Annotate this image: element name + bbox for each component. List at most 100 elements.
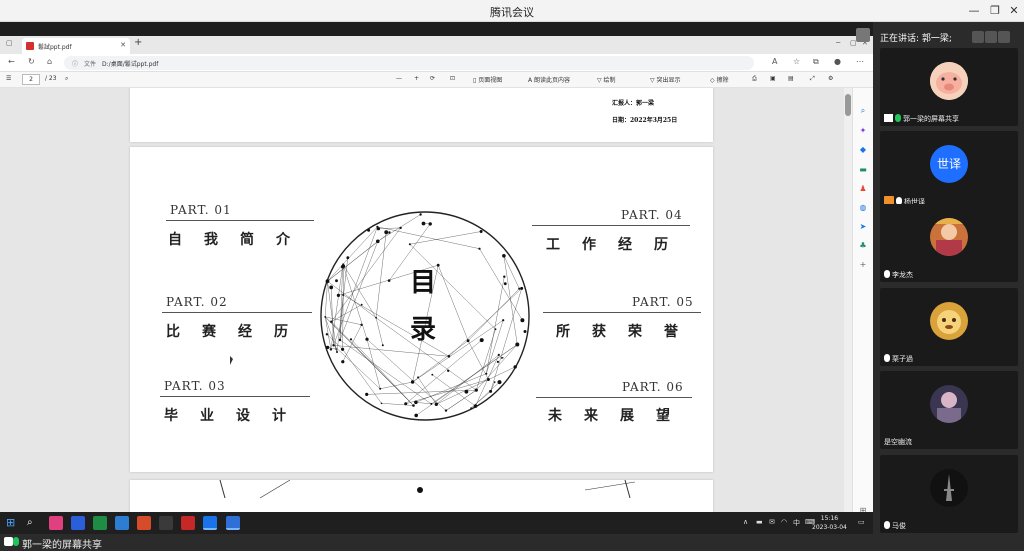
page3-graphic — [130, 480, 713, 500]
participant-tile-3[interactable]: 李龙杰 — [880, 204, 1018, 282]
tag-icon[interactable]: ◆ — [858, 145, 868, 155]
address-bar: ← ↻ ⌂ ⓘ文件D:/桌面/鬈试ppt.pdf A ☆ ⧉ ● ⋯ — [0, 54, 873, 72]
scrollbar-thumb[interactable] — [845, 94, 851, 116]
wifi-icon[interactable]: ◠ — [781, 518, 787, 526]
app-icon-1[interactable] — [49, 516, 63, 530]
home-icon[interactable]: ⌂ — [47, 57, 52, 66]
draw-button[interactable]: ▽ 绘制 — [597, 75, 616, 84]
office-icon[interactable]: ◍ — [858, 203, 868, 213]
participant-tile-1[interactable]: 郭一梁的屏幕共享 — [880, 48, 1018, 126]
toc-part-5: PART. 05 — [632, 295, 694, 309]
browser-minimize-icon[interactable]: ─ — [836, 39, 840, 47]
tab-close-icon[interactable]: ✕ — [120, 41, 126, 49]
profile-icon[interactable]: ● — [834, 57, 841, 66]
page-view-label: 页面视图 — [478, 77, 502, 84]
erase-button[interactable]: ◇ 擦除 — [710, 75, 729, 84]
favorite-icon[interactable]: ☆ — [793, 57, 800, 66]
fit-icon[interactable]: ⊡ — [450, 75, 455, 82]
tray-icon-1[interactable]: ▬ — [756, 518, 763, 526]
app-icon-2[interactable] — [115, 516, 129, 530]
speaking-text: 正在讲话: 郭一梁; — [880, 31, 952, 44]
save-icon[interactable]: ▣ — [770, 75, 776, 82]
read-aloud-label: 朗读此页内容 — [534, 77, 570, 84]
settings-icon[interactable]: ⚙ — [828, 75, 833, 82]
toc-part-4: PART. 04 — [621, 208, 683, 222]
windows-start-icon[interactable]: ⊞ — [6, 516, 20, 530]
page-view-button[interactable]: ▯ 页面视图 — [473, 75, 502, 84]
pdf-viewer[interactable]: 汇报人：郭一梁 日期：2022年3月25日 目 录 PART. 01 自我简介 … — [0, 88, 852, 528]
speaker-avatar-icon — [856, 28, 870, 42]
edge-icon[interactable] — [203, 516, 217, 530]
word-icon[interactable] — [71, 516, 85, 530]
pdf-scrollbar[interactable] — [844, 88, 852, 528]
toc-center-top: 目 — [410, 262, 436, 299]
rotate-icon[interactable]: ⟳ — [430, 75, 435, 82]
page-number-input[interactable]: 2 — [22, 74, 40, 85]
fullscreen-icon[interactable]: ⤢ — [810, 75, 815, 83]
save-as-icon[interactable]: ▤ — [788, 75, 794, 82]
avatar-tower — [930, 469, 968, 507]
read-mode-icon[interactable]: A — [772, 57, 777, 66]
app-title: 腾讯会议 — [0, 4, 1024, 20]
ime-indicator[interactable]: 中 — [793, 518, 800, 528]
tab-title: 鬈試ppt.pdf — [38, 44, 72, 51]
clock-date: 2023-03-04 — [812, 523, 847, 532]
settings-app-icon[interactable] — [159, 516, 173, 530]
contents-icon[interactable]: ☰ — [6, 75, 11, 82]
mouse-cursor-icon — [230, 356, 233, 365]
collections-icon[interactable]: ⧉ — [813, 57, 819, 67]
mic-muted-icon — [884, 521, 890, 529]
add-icon[interactable]: + — [858, 260, 868, 270]
collapse-panel-icon[interactable] — [998, 31, 1010, 43]
avatar-text: 世译 — [930, 145, 968, 183]
notification-icon[interactable]: ▭ — [858, 518, 865, 526]
toc-line-2 — [162, 312, 312, 313]
screen-share-icon — [4, 537, 13, 546]
participant-tile-6[interactable]: 马俊 — [880, 455, 1018, 533]
participant-tile-4[interactable]: 栗子過 — [880, 288, 1018, 366]
more-icon[interactable]: ⋯ — [856, 57, 864, 66]
avatar-pig — [930, 62, 968, 100]
tencent-meeting-icon[interactable] — [226, 516, 240, 530]
tray-chevron-icon[interactable]: ∧ — [743, 518, 748, 526]
tab-actions-icon[interactable]: ▢ — [6, 39, 13, 47]
briefcase-icon[interactable]: ▬ — [858, 165, 868, 175]
people-icon[interactable]: ♟ — [858, 184, 868, 194]
back-icon[interactable]: ← — [8, 57, 15, 66]
speaking-controls — [972, 28, 1012, 44]
close-button[interactable]: ✕ — [1003, 2, 1024, 20]
zoom-out-button[interactable]: — — [396, 75, 402, 82]
powerpoint-icon[interactable] — [137, 516, 151, 530]
taskbar-clock[interactable]: 15:16 2023-03-04 — [812, 514, 847, 532]
search-icon[interactable]: ⌕ — [858, 106, 868, 116]
tab-pdf[interactable]: 鬈試ppt.pdf ✕ — [22, 38, 130, 54]
address-label: 文件 — [84, 61, 96, 68]
sparkle-icon[interactable]: ✦ — [858, 126, 868, 136]
new-tab-button[interactable]: + — [134, 37, 142, 48]
taskbar-search-icon[interactable]: ⌕ — [27, 516, 41, 530]
find-icon[interactable]: ⌕ — [65, 75, 68, 83]
read-aloud-button[interactable]: A 朗读此页内容 — [528, 75, 570, 84]
participant-tile-2[interactable]: 世译 杨世译 — [880, 131, 1018, 209]
highlight-label: 突出显示 — [657, 77, 681, 84]
screen-share-icon — [884, 114, 893, 122]
minimize-button[interactable]: — — [963, 2, 985, 20]
participant-label-4: 栗子過 — [892, 355, 913, 363]
refresh-icon[interactable]: ↻ — [28, 57, 35, 66]
tree-icon[interactable]: ♣ — [858, 241, 868, 251]
status-strip: 郭一梁的屏幕共享 — [0, 534, 873, 550]
wps-icon[interactable] — [181, 516, 195, 530]
zoom-in-button[interactable]: + — [414, 75, 419, 82]
tray-icon-2[interactable]: ✉ — [769, 518, 775, 526]
layout-toggle-icon[interactable] — [985, 31, 997, 43]
participant-tile-5[interactable]: 是空幽流 — [880, 371, 1018, 449]
toc-title-4: 工作经历 — [546, 234, 690, 254]
participant-name-5: 是空幽流 — [884, 437, 912, 447]
toc-title-2: 比赛经历 — [166, 321, 310, 341]
highlight-button[interactable]: ▽ 突出显示 — [650, 75, 681, 84]
print-icon[interactable]: ⎙ — [752, 75, 757, 83]
url-field[interactable]: ⓘ文件D:/桌面/鬈试ppt.pdf — [64, 56, 754, 70]
excel-icon[interactable] — [93, 516, 107, 530]
send-icon[interactable]: ➤ — [858, 222, 868, 232]
grid-view-icon[interactable] — [972, 31, 984, 43]
